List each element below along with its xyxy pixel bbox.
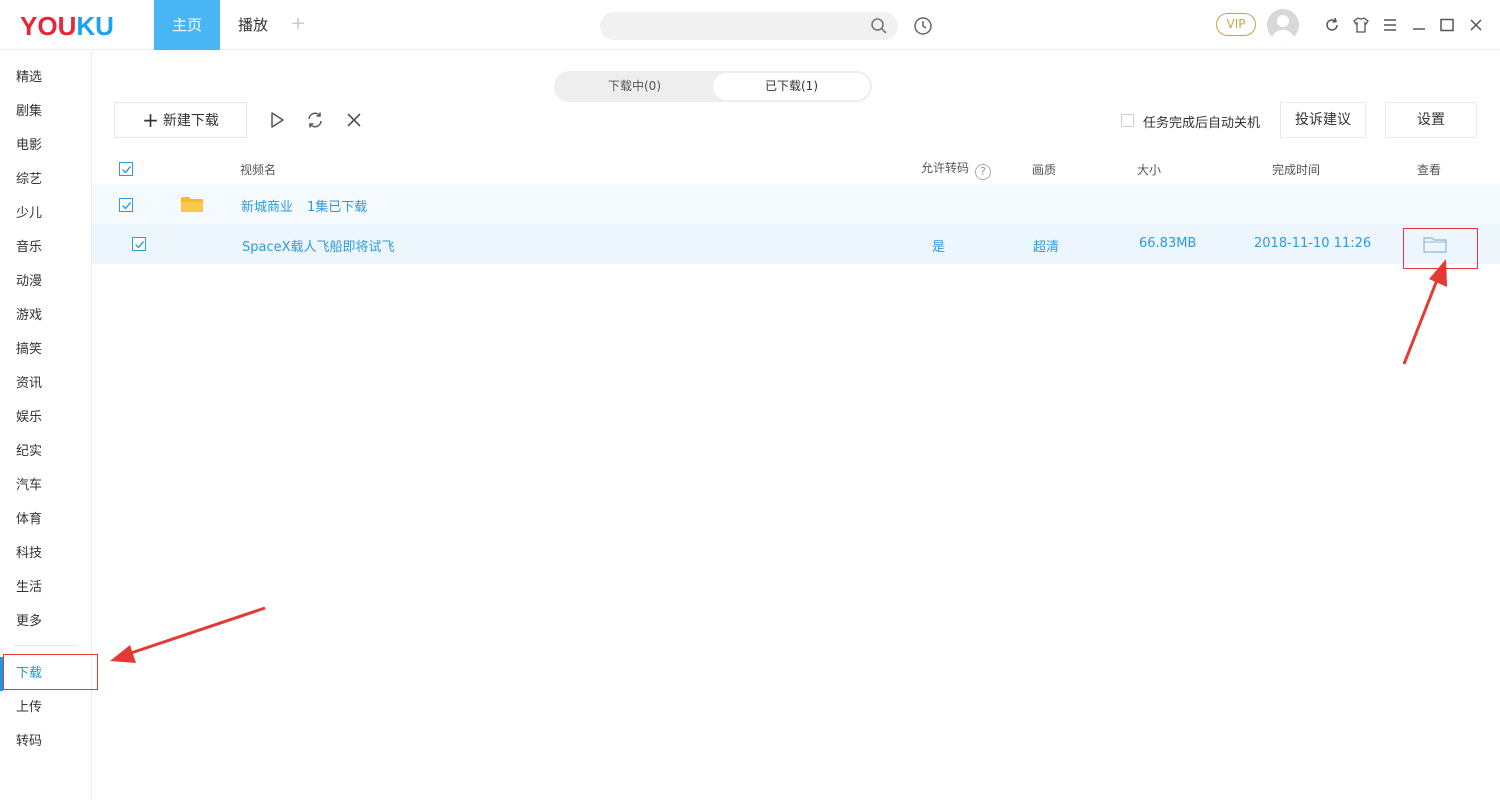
- row-checkbox[interactable]: [132, 237, 146, 251]
- refresh-icon[interactable]: [1323, 16, 1341, 34]
- column-quality: 画质: [1032, 163, 1057, 177]
- table-row[interactable]: SpaceX载人飞船即将试飞 是 超清 66.83MB 2018-11-10 1…: [92, 224, 1500, 264]
- search-input[interactable]: [600, 12, 898, 40]
- sidebar-item-kids[interactable]: 少儿: [0, 197, 92, 231]
- arrow-to-download-sidebar: [110, 606, 266, 663]
- sidebar-item-entertainment[interactable]: 娱乐: [0, 401, 92, 435]
- history-clock-icon[interactable]: [913, 16, 933, 36]
- sidebar-item-comedy[interactable]: 搞笑: [0, 333, 92, 367]
- minimize-icon[interactable]: [1410, 16, 1428, 34]
- new-download-label: 新建下载: [162, 113, 219, 129]
- sidebar-item-music[interactable]: 音乐: [0, 231, 92, 265]
- auto-shutdown-checkbox[interactable]: [1121, 114, 1134, 127]
- new-download-button[interactable]: + 新建下载: [114, 102, 247, 138]
- sidebar-item-news[interactable]: 资讯: [0, 367, 92, 401]
- sidebar-item-transcode[interactable]: 转码: [0, 725, 92, 759]
- transcode-allowed: 是: [932, 240, 946, 255]
- tab-downloaded[interactable]: 已下载(1): [713, 73, 870, 100]
- column-transcode-label: 允许转码: [921, 161, 970, 175]
- column-video-name: 视频名: [240, 163, 277, 177]
- menu-icon[interactable]: [1381, 16, 1399, 34]
- sidebar-item-more[interactable]: 更多: [0, 605, 92, 639]
- sidebar-item-variety[interactable]: 综艺: [0, 163, 92, 197]
- arrow-to-view-folder: [1402, 259, 1447, 365]
- vip-badge[interactable]: VIP: [1216, 13, 1256, 36]
- play-icon[interactable]: [268, 111, 286, 129]
- settings-button[interactable]: 设置: [1385, 102, 1477, 138]
- sidebar-item-series[interactable]: 剧集: [0, 95, 92, 129]
- sidebar-item-auto[interactable]: 汽车: [0, 469, 92, 503]
- sidebar-item-life[interactable]: 生活: [0, 571, 92, 605]
- user-silhouette-icon: [1272, 15, 1294, 41]
- help-icon[interactable]: ?: [975, 164, 992, 180]
- video-title[interactable]: SpaceX载人飞船即将试飞: [242, 236, 395, 255]
- group-name[interactable]: 新城商业: [241, 196, 293, 215]
- sidebar-item-sports[interactable]: 体育: [0, 503, 92, 537]
- maximize-icon[interactable]: [1438, 16, 1456, 34]
- plus-icon: +: [142, 108, 159, 132]
- add-tab-button[interactable]: +: [288, 14, 308, 34]
- file-size: 66.83MB: [1139, 236, 1197, 251]
- tab-downloading[interactable]: 下载中(0): [556, 73, 713, 100]
- video-quality: 超清: [1033, 240, 1060, 255]
- highlight-box-view: [1403, 228, 1478, 269]
- skin-shirt-icon[interactable]: [1352, 16, 1370, 34]
- sidebar-item-featured[interactable]: 精选: [0, 61, 92, 95]
- close-icon[interactable]: [1467, 16, 1485, 34]
- column-finished-time: 完成时间: [1272, 163, 1321, 177]
- group-episode-count: 1集已下载: [307, 200, 368, 215]
- column-view: 查看: [1417, 163, 1442, 177]
- tab-play[interactable]: 播放: [228, 0, 278, 50]
- sidebar-item-tech[interactable]: 科技: [0, 537, 92, 571]
- tab-home[interactable]: 主页: [154, 0, 220, 50]
- search-icon[interactable]: [870, 17, 888, 35]
- group-checkbox[interactable]: [119, 198, 133, 212]
- sidebar-item-upload[interactable]: 上传: [0, 691, 92, 725]
- sidebar-item-games[interactable]: 游戏: [0, 299, 92, 333]
- title-bar: YOUKU 主页 播放 + VIP: [0, 0, 1500, 50]
- retry-icon[interactable]: [306, 111, 324, 129]
- finished-time: 2018-11-10 11:26: [1254, 236, 1372, 251]
- auto-shutdown-label: 任务完成后自动关机: [1143, 116, 1261, 131]
- logo-ku-text: KU: [76, 11, 114, 41]
- feedback-button[interactable]: 投诉建议: [1280, 102, 1366, 138]
- youku-logo[interactable]: YOUKU: [20, 11, 114, 42]
- column-size: 大小: [1137, 163, 1162, 177]
- download-tabs: 下载中(0) 已下载(1): [554, 71, 872, 102]
- sidebar-item-anime[interactable]: 动漫: [0, 265, 92, 299]
- folder-icon: [181, 197, 203, 212]
- sidebar-item-movies[interactable]: 电影: [0, 129, 92, 163]
- avatar[interactable]: [1267, 9, 1299, 41]
- sidebar-item-documentary[interactable]: 纪实: [0, 435, 92, 469]
- sidebar-divider: [14, 645, 78, 646]
- table-header: 视频名 允许转码? 画质 大小 完成时间 查看: [92, 152, 1500, 184]
- highlight-box-download: [3, 654, 98, 690]
- logo-you-text: YOU: [20, 11, 77, 41]
- delete-x-icon[interactable]: [345, 111, 363, 129]
- select-all-checkbox[interactable]: [119, 162, 133, 176]
- column-transcode: 允许转码?: [921, 159, 992, 180]
- table-row-group[interactable]: 新城商业 1集已下载: [92, 184, 1500, 224]
